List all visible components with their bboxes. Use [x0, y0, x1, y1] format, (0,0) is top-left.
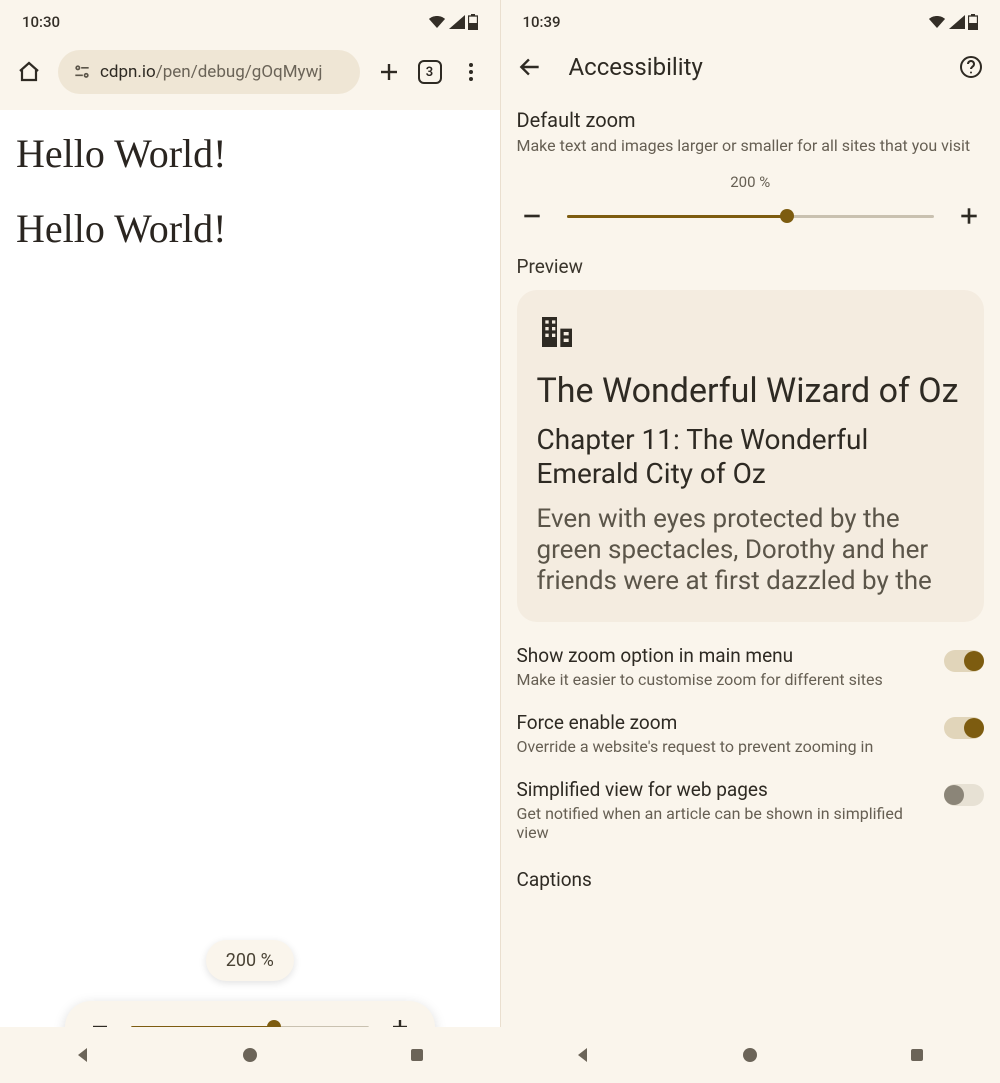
hello-text-1: Hello World!: [16, 130, 484, 177]
settings-list: Show zoom option in main menu Make it ea…: [517, 622, 985, 842]
nav-bar: [0, 1027, 500, 1083]
setting-title: Force enable zoom: [517, 711, 933, 734]
status-bar: 10:30: [0, 0, 500, 40]
nav-back-button[interactable]: [68, 1040, 98, 1070]
setting-title: Simplified view for web pages: [517, 778, 933, 801]
setting-toggle[interactable]: [944, 784, 984, 806]
zoom-out-button[interactable]: [517, 201, 547, 231]
hello-text-2: Hello World!: [16, 205, 484, 252]
home-icon[interactable]: [14, 57, 44, 87]
back-button[interactable]: [515, 52, 545, 82]
default-zoom-title: Default zoom: [517, 108, 985, 132]
preview-label: Preview: [517, 255, 985, 278]
phone-left: 10:30 cdpn.io/pen/debug/gOqMywj 3 Hello …: [0, 0, 501, 1083]
battery-icon: [968, 14, 978, 30]
wifi-icon: [928, 15, 946, 29]
page-title: Accessibility: [569, 53, 933, 81]
nav-home-button[interactable]: [735, 1040, 765, 1070]
default-zoom-value: 200 %: [517, 173, 985, 191]
setting-sub: Override a website's request to prevent …: [517, 737, 933, 756]
nav-home-button[interactable]: [235, 1040, 265, 1070]
preview-chapter: Chapter 11: The Wonderful Emerald City o…: [537, 423, 965, 490]
signal-icon: [949, 15, 965, 29]
status-time: 10:39: [523, 13, 561, 31]
status-icons: [928, 14, 978, 30]
preview-heading: The Wonderful Wizard of Oz: [537, 372, 965, 411]
new-tab-button[interactable]: [374, 57, 404, 87]
tabs-button[interactable]: 3: [418, 60, 442, 84]
setting-toggle[interactable]: [944, 650, 984, 672]
wifi-icon: [428, 15, 446, 29]
settings-header: Accessibility: [501, 40, 1000, 98]
zoom-in-button[interactable]: [954, 201, 984, 231]
phone-right: 10:39 Accessibility Default zoom Make te…: [501, 0, 1000, 1083]
signal-icon: [449, 15, 465, 29]
setting-title: Show zoom option in main menu: [517, 644, 933, 667]
setting-row[interactable]: Simplified view for web pages Get notifi…: [517, 756, 985, 842]
site-settings-icon: [72, 62, 92, 82]
default-zoom-sub: Make text and images larger or smaller f…: [517, 136, 985, 155]
tabs-count: 3: [426, 65, 433, 80]
battery-icon: [468, 14, 478, 30]
nav-recent-button[interactable]: [402, 1040, 432, 1070]
captions-row[interactable]: Captions: [517, 842, 985, 917]
nav-bar: [500, 1027, 1000, 1083]
preview-card: The Wonderful Wizard of Oz Chapter 11: T…: [517, 290, 985, 622]
address-bar[interactable]: cdpn.io/pen/debug/gOqMywj: [58, 50, 360, 94]
status-icons: [428, 14, 478, 30]
default-zoom-slider-row: [517, 201, 985, 231]
status-time: 10:30: [22, 13, 60, 31]
more-menu-button[interactable]: [456, 57, 486, 87]
browser-bar: cdpn.io/pen/debug/gOqMywj 3: [0, 40, 500, 110]
status-bar: 10:39: [501, 0, 1000, 40]
url-domain: cdpn.io: [100, 62, 156, 82]
setting-toggle[interactable]: [944, 717, 984, 739]
setting-row[interactable]: Force enable zoom Override a website's r…: [517, 689, 985, 756]
default-zoom-slider[interactable]: [567, 215, 935, 218]
url-path: /pen/debug/gOqMywj: [156, 62, 323, 82]
setting-sub: Make it easier to customise zoom for dif…: [517, 670, 933, 689]
setting-sub: Get notified when an article can be show…: [517, 804, 933, 842]
setting-row[interactable]: Show zoom option in main menu Make it ea…: [517, 622, 985, 689]
nav-back-button[interactable]: [568, 1040, 598, 1070]
settings-content: Default zoom Make text and images larger…: [501, 98, 1000, 1083]
zoom-bubble: 200 %: [206, 940, 294, 981]
preview-body: Even with eyes protected by the green sp…: [537, 504, 965, 596]
page-content: Hello World! Hello World! 200 %: [0, 110, 500, 1083]
nav-recent-button[interactable]: [902, 1040, 932, 1070]
help-button[interactable]: [956, 52, 986, 82]
buildings-icon: [537, 312, 577, 352]
